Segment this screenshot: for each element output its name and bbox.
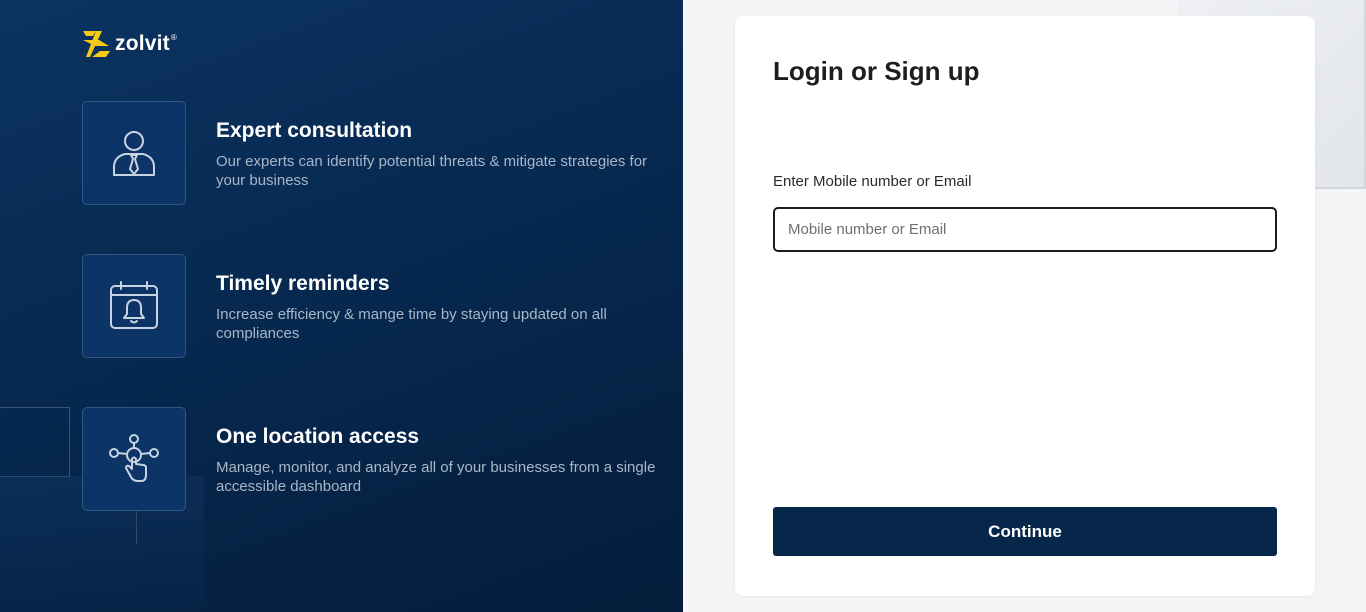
logo-registered-mark: ® <box>170 32 177 42</box>
feature-icon-box <box>82 101 186 205</box>
feature-title: One location access <box>216 425 420 448</box>
field-label: Enter Mobile number or Email <box>773 173 972 190</box>
feature-description: Increase efficiency & mange time by stay… <box>216 306 607 342</box>
decorative-outline <box>0 407 70 477</box>
decorative-line <box>136 508 204 544</box>
feature-title: Expert consultation <box>216 119 413 142</box>
calendar-bell-icon <box>110 281 158 329</box>
page-title: Login or Sign up <box>773 56 980 86</box>
feature-one-location-access: One location access Manage, monitor, and… <box>82 407 662 511</box>
zolvit-logo-icon <box>83 31 110 57</box>
feature-timely-reminders: Timely reminders Increase efficiency & m… <box>82 254 662 358</box>
feature-icon-box <box>82 407 186 511</box>
login-card: Login or Sign up Enter Mobile number or … <box>735 16 1315 596</box>
feature-expert-consultation: Expert consultation Our experts can iden… <box>82 101 662 205</box>
feature-description: Our experts can identify potential threa… <box>216 153 648 189</box>
feature-panel: zolvit ® Expert consultation Our experts… <box>0 0 683 612</box>
feature-title: Timely reminders <box>216 272 390 295</box>
feature-description: Manage, monitor, and analyze all of your… <box>216 459 656 495</box>
mobile-email-input[interactable] <box>773 207 1277 252</box>
zolvit-logo[interactable]: zolvit ® <box>82 29 177 61</box>
network-touch-icon <box>109 434 159 482</box>
feature-icon-box <box>82 254 186 358</box>
continue-button[interactable]: Continue <box>773 507 1277 556</box>
expert-person-icon <box>113 131 155 176</box>
logo-wordmark: zolvit <box>115 32 170 55</box>
